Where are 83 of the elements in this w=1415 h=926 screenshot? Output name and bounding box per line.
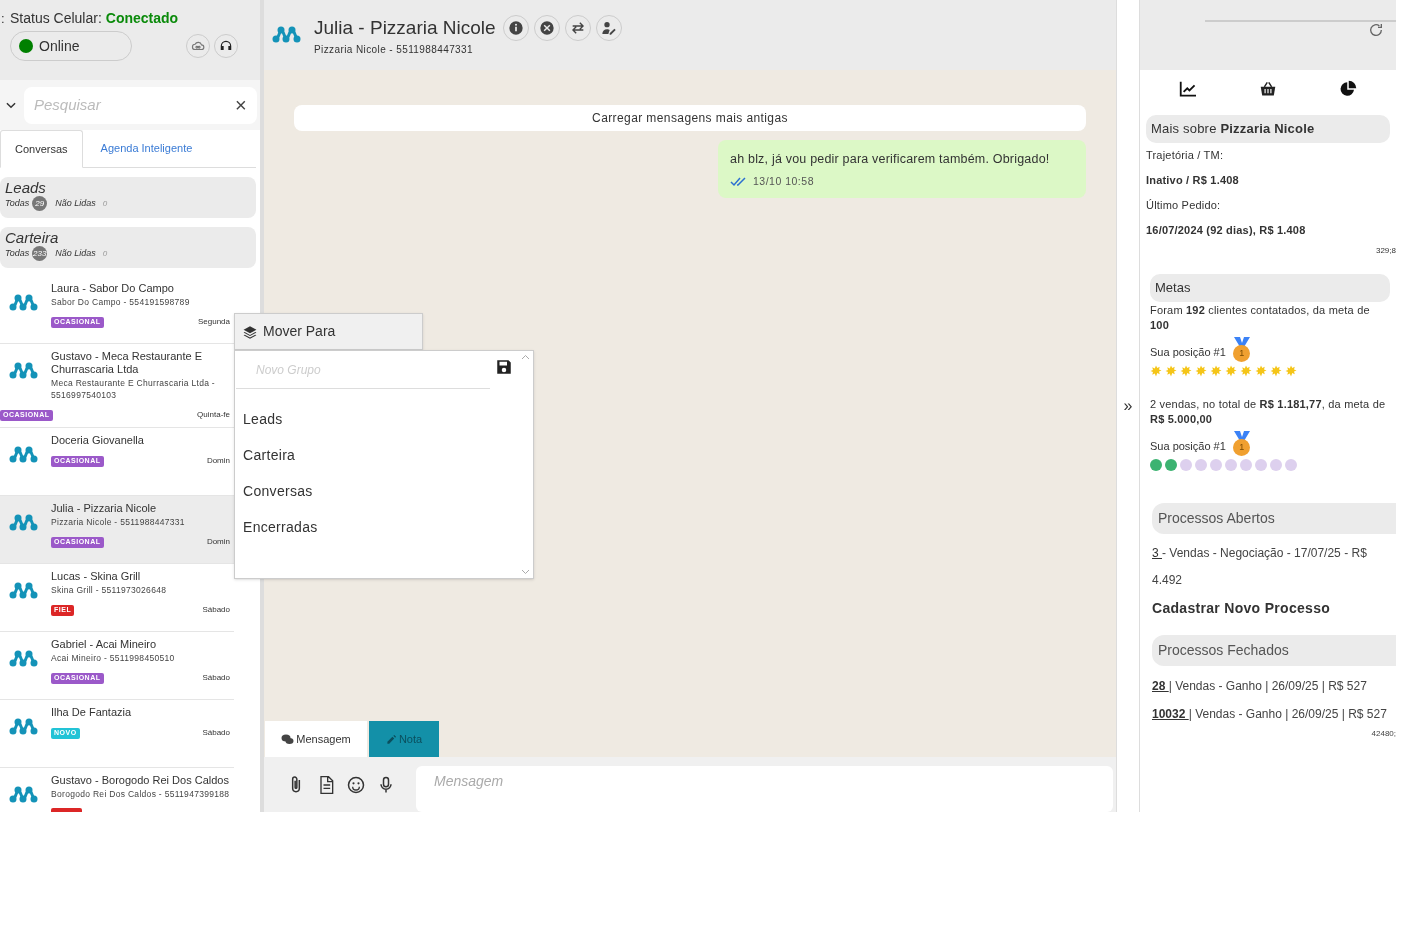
section-header: Processos Abertos <box>1152 503 1396 534</box>
day-label: Quinta-fe <box>197 409 230 421</box>
basket-icon[interactable] <box>1259 81 1277 97</box>
contact-name: Gustavo - Meca Restaurante E Churrascaria Ltda <box>51 350 203 376</box>
process-text: 10032 | Vendas - Ganho | 26/09/25 | R$ 527 <box>1152 706 1388 723</box>
count-badge: 233 <box>32 246 48 261</box>
count-text: 0 <box>102 247 108 260</box>
section-header: Processos Fechados <box>1152 635 1396 666</box>
contact-subtitle: Borogodo Rei Dos Caldos - 5511947399188 <box>51 788 231 800</box>
goal-text: Foram 192 clientes contatados, da meta de 100 <box>1150 303 1371 333</box>
chat-title: Julia - Pizzaria Nicole <box>314 16 496 40</box>
count-label: Não Lidas <box>55 196 96 210</box>
chat-bubbles-icon <box>281 733 295 745</box>
count-badge: 29 <box>32 196 48 211</box>
group-title: Carteira <box>5 228 60 246</box>
contact-subtitle: Pizzaria Nicole - 5511988447331 <box>51 516 186 528</box>
process-link[interactable]: 28 <box>1152 679 1169 693</box>
group-card[interactable]: Leads Todas 29 Não Lidas 0 <box>0 177 256 218</box>
load-older-button[interactable]: Carregar mensagens mais antigas <box>294 105 1086 131</box>
contact-name: Lucas - Skina Grill <box>51 570 142 583</box>
contact-subtitle: Sabor Do Campo - 554191598789 <box>51 296 191 308</box>
info-text: Inativo / R$ 1.408 <box>1146 173 1240 189</box>
contact-name: Laura - Sabor Do Campo <box>51 282 175 295</box>
group-title: Leads <box>5 178 47 196</box>
clear-button[interactable]: × <box>235 90 247 120</box>
chat-subtitle: Pizzaria Nicole - 5511988447331 <box>314 42 474 57</box>
code-text: 42480; <box>1370 728 1396 740</box>
contact-name: Gustavo - Borogodo Rei Dos Caldos <box>51 774 230 787</box>
message-time: 13/10 10:58 <box>753 173 814 189</box>
section-header: Mais sobre Pizzaria Nicole <box>1146 115 1390 143</box>
status-value: Conectado <box>105 9 179 28</box>
contact-name: Doceria Giovanella <box>51 434 145 447</box>
count-text: 0 <box>102 197 108 210</box>
section-header: Metas <box>1150 274 1390 302</box>
tab[interactable]: Conversas <box>0 130 83 168</box>
process-link[interactable]: 10032 <box>1152 707 1189 721</box>
refresh-icon[interactable] <box>1368 22 1384 38</box>
edge-text: : <box>1 10 5 28</box>
day-label: Sábado <box>202 672 230 684</box>
contact-subtitle: Acai Mineiro - 5511998450510 <box>51 652 176 664</box>
contact-name: Julia - Pizzaria Nicole <box>51 502 158 515</box>
count-label: Todas <box>5 196 30 210</box>
new-process-link[interactable]: Cadastrar Novo Processo <box>1152 598 1390 619</box>
menu-item[interactable]: Leads <box>235 401 533 437</box>
goal-text: 2 vendas, no total de R$ 1.181,77, da meta de R$ 5.000,00 <box>1150 397 1387 427</box>
day-label: Sábado <box>202 727 230 739</box>
contact-name: Ilha De Fantazia <box>51 706 133 719</box>
count-label: Todas <box>5 246 30 260</box>
group-card[interactable]: Carteira Todas 233 Não Lidas 0 <box>0 227 256 268</box>
pie-chart-icon[interactable] <box>1339 80 1357 98</box>
info-text: 16/07/2024 (92 dias), R$ 1.408 <box>1146 223 1307 239</box>
process-text: 28 | Vendas - Ganho | 26/09/25 | R$ 527 <box>1152 678 1368 695</box>
process-link[interactable]: 3 <box>1152 546 1162 560</box>
message-text: ah blz, já vou pedir para verificarem também. Obrigado! <box>730 151 1051 168</box>
contact-name: Gabriel - Acai Mineiro <box>51 638 158 651</box>
compose-tab[interactable]: Mensagem <box>265 721 367 757</box>
contact-subtitle: Meca Restaurante E Churrascaria Ltda - 5516997540103 <box>51 377 216 401</box>
process-text: 3 - Vendas - Negociação - 17/07/25 - R$ 4.492 <box>1152 545 1368 589</box>
pencil-icon <box>385 733 397 745</box>
status-label: Status Celular: <box>10 9 102 28</box>
line-chart-icon[interactable] <box>1179 81 1197 97</box>
info-text: Último Pedido: <box>1146 198 1222 214</box>
day-label: Sábado <box>202 604 230 616</box>
day-label: Domin <box>206 455 230 467</box>
double-check-icon <box>730 176 749 187</box>
count-label: Não Lidas <box>55 246 96 260</box>
contact-subtitle: Skina Grill - 5511973026648 <box>51 584 168 596</box>
collapse-button[interactable]: » <box>1123 394 1133 418</box>
message-input[interactable]: Mensagem <box>416 766 1113 812</box>
position-text: Sua posição #1 <box>1150 344 1226 360</box>
day-label: Segunda <box>197 316 230 328</box>
day-label: Domin <box>206 536 230 548</box>
position-text: Sua posição #1 <box>1150 438 1226 454</box>
menu-item[interactable]: Conversas <box>235 473 533 509</box>
info-text: Trajetória / TM: <box>1146 148 1225 164</box>
search-field[interactable]: Pesquisar × <box>24 86 257 124</box>
code-text: 329;8 <box>1375 245 1396 257</box>
menu-item[interactable]: Encerradas <box>235 509 533 545</box>
layers-icon <box>243 324 257 339</box>
menu-title: Mover Para <box>263 322 336 341</box>
tab[interactable]: Agenda Inteligente <box>82 130 211 167</box>
save-icon[interactable] <box>495 358 513 376</box>
menu-item[interactable]: Carteira <box>235 437 533 473</box>
